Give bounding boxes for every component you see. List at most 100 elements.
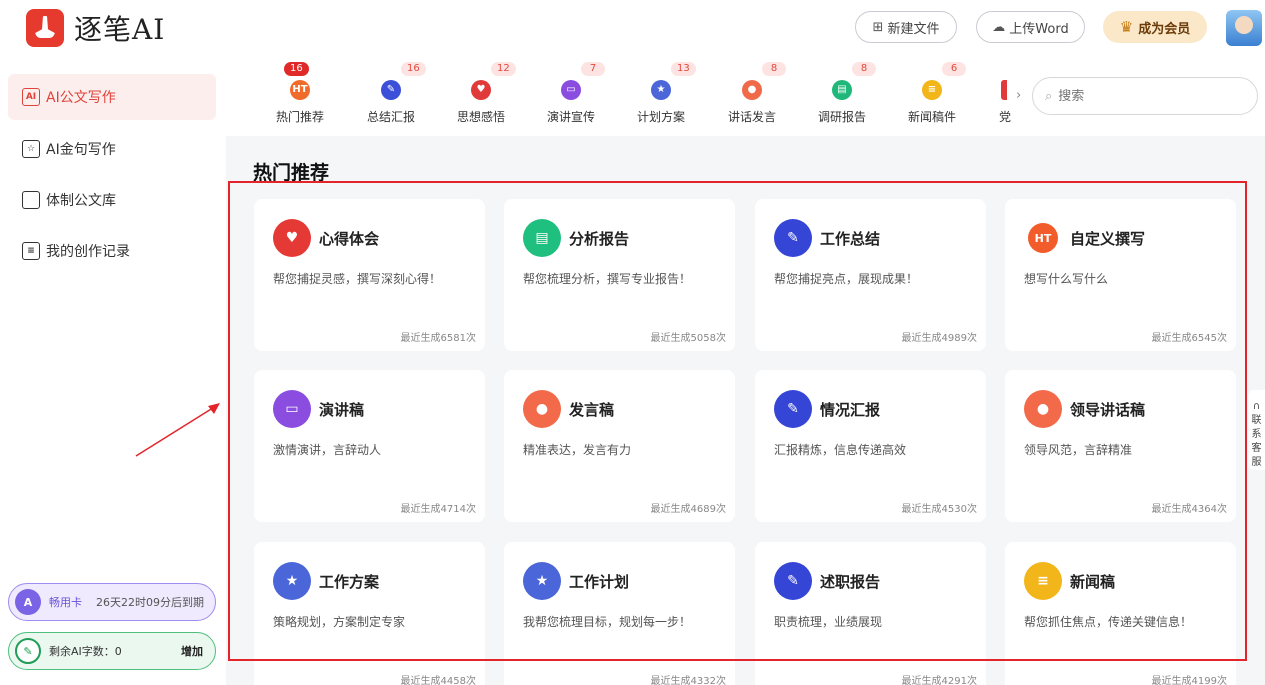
speaker-icon: ●	[523, 390, 561, 428]
category-label: 思想感悟	[456, 110, 505, 124]
upload-word-label: 上传Word	[1009, 21, 1069, 37]
headset-icon: ∩	[1252, 401, 1261, 412]
search-icon: ⌕	[1045, 88, 1053, 104]
category-plan[interactable]: 13 ★ 计划方案	[621, 56, 701, 136]
template-card[interactable]: HT 自定义撰写 想写什么写什么 最近生成6545次	[1005, 199, 1236, 351]
category-speech[interactable]: 7 ▭ 演讲宣传	[531, 56, 611, 136]
app-logo[interactable]: 逐笔AI	[26, 8, 165, 48]
search-box[interactable]: ⌕	[1032, 77, 1258, 115]
card-title: 工作总结	[820, 230, 881, 248]
template-card[interactable]: ✎ 工作总结 帮您捕捉亮点，展现成果！ 最近生成4989次	[755, 199, 986, 351]
sidebar-item-label: 体制公文库	[46, 193, 116, 209]
chevron-right-icon[interactable]: ›	[1016, 88, 1021, 103]
vip-card-pill[interactable]: A 畅用卡 26天22时09分后到期	[8, 583, 216, 621]
remaining-words-pill: ✎ 剩余AI字数：0 增加	[8, 632, 216, 670]
speaker-icon: ●	[742, 80, 762, 100]
template-card[interactable]: ✎ 情况汇报 汇报精炼，信息传递高效 最近生成4530次	[755, 370, 986, 522]
category-research[interactable]: 8 ▤ 调研报告	[802, 56, 882, 136]
vip-label: 成为会员	[1138, 21, 1191, 37]
sidebar-item-ai-doc[interactable]: AI AI公文写作	[8, 74, 216, 120]
template-card[interactable]: ▭ 演讲稿 激情演讲，言辞动人 最近生成4714次	[254, 370, 485, 522]
template-card[interactable]: ● 领导讲话稿 领导风范，言辞精准 最近生成4364次	[1005, 370, 1236, 522]
report-icon: ▤	[523, 219, 561, 257]
new-file-label: 新建文件	[887, 21, 940, 37]
card-usage-count: 最近生成6545次	[1151, 333, 1227, 344]
become-vip-button[interactable]: ♛ 成为会员	[1103, 11, 1207, 43]
category-thoughts[interactable]: 12 ♥ 思想感悟	[441, 56, 521, 136]
template-card[interactable]: ★ 工作方案 策略规划，方案制定专家 最近生成4458次	[254, 542, 485, 685]
section-title: 热门推荐	[253, 162, 330, 184]
card-usage-count: 最近生成4689次	[650, 504, 726, 515]
sidebar-item-doc-library[interactable]: 体制公文库	[8, 177, 216, 223]
category-label: 讲话发言	[727, 110, 776, 124]
flame-icon: HT	[290, 80, 310, 100]
sidebar-item-label: AI金句写作	[46, 142, 116, 158]
notebook-heart-icon: ♥	[471, 80, 491, 100]
card-description: 精准表达，发言有力	[523, 443, 632, 457]
crown-icon: ♛	[1119, 18, 1134, 36]
podium-icon: ▭	[273, 390, 311, 428]
ai-doc-icon: AI	[22, 88, 40, 106]
card-title: 演讲稿	[319, 401, 365, 419]
sidebar-item-ai-quote[interactable]: ☆ AI金句写作	[8, 126, 216, 172]
category-badge: 13	[671, 62, 696, 76]
template-card[interactable]: ● 发言稿精准表达，发言有力最近生成4689次	[504, 370, 735, 522]
category-badge: 16	[401, 62, 426, 76]
speaker-icon: ●	[1024, 390, 1062, 428]
card-title: 述职报告	[820, 573, 881, 591]
new-file-button[interactable]: ⊞ 新建文件	[855, 11, 957, 43]
category-label: 党	[999, 110, 1011, 124]
card-usage-count: 最近生成4199次	[1151, 676, 1227, 685]
template-card[interactable]: ≡ 新闻稿 帮您抓住焦点，传递关键信息！ 最近生成4199次	[1005, 542, 1236, 685]
category-label: 演讲宣传	[546, 110, 595, 124]
category-label: 新闻稿件	[907, 110, 956, 124]
card-usage-count: 最近生成4530次	[901, 504, 977, 515]
report-icon: ▤	[832, 80, 852, 100]
vip-card-label: 畅用卡	[49, 596, 82, 609]
category-bar: 16 HT 热门推荐 16 ✎ 总结汇报 12 ♥ 思想感悟 7 ▭ 演讲宣传 …	[226, 56, 1265, 136]
contact-service-label: 联系客服	[1251, 415, 1262, 468]
app-name: 逐笔AI	[74, 13, 166, 46]
template-card[interactable]: ▤ 分析报告帮您梳理分析，撰写专业报告！ 最近生成5058次	[504, 199, 735, 351]
notebook-heart-icon: ♥	[273, 219, 311, 257]
category-summary[interactable]: 16 ✎ 总结汇报	[351, 56, 431, 136]
category-talk[interactable]: 8 ● 讲话发言	[712, 56, 792, 136]
party-icon	[1001, 80, 1007, 100]
category-badge: 7	[581, 62, 605, 76]
record-icon: ≡	[22, 242, 40, 260]
card-title: 发言稿	[569, 401, 615, 419]
category-hot[interactable]: 16 HT 热门推荐	[260, 56, 340, 136]
vip-card-expiry: 26天22时09分后到期	[96, 596, 204, 609]
card-usage-count: 最近生成4989次	[901, 333, 977, 344]
card-description: 想写什么写什么	[1024, 272, 1109, 286]
plan-icon: ★	[523, 562, 561, 600]
card-title: 新闻稿	[1070, 573, 1116, 591]
plan-icon: ★	[651, 80, 671, 100]
card-description: 帮您捕捉灵感，撰写深刻心得！	[273, 272, 442, 286]
card-usage-count: 最近生成4332次	[650, 676, 726, 685]
contact-service-tab[interactable]: ∩ 联系客服	[1248, 390, 1265, 470]
add-words-button[interactable]: 增加	[181, 643, 203, 659]
sidebar-item-label: 我的创作记录	[46, 244, 130, 260]
card-title: 工作方案	[319, 573, 380, 591]
card-usage-count: 最近生成4458次	[400, 676, 476, 685]
category-party[interactable]: 党	[971, 56, 1011, 136]
template-card[interactable]: ✎ 述职报告 职责梳理，业绩展现 最近生成4291次	[755, 542, 986, 685]
category-badge: 8	[762, 62, 786, 76]
upload-word-button[interactable]: ☁ 上传Word	[976, 11, 1085, 43]
pen-doc-icon: ✎	[381, 80, 401, 100]
card-description: 帮您梳理分析，撰写专业报告！	[523, 272, 692, 286]
template-card[interactable]: ★ 工作计划 我帮您梳理目标，规划每一步！ 最近生成4332次	[504, 542, 735, 685]
arrow-annotation	[135, 403, 220, 457]
card-title: 分析报告	[569, 230, 630, 248]
avatar[interactable]	[1226, 10, 1262, 46]
sidebar-item-records[interactable]: ≡ 我的创作记录	[8, 228, 216, 274]
podium-icon: ▭	[561, 80, 581, 100]
card-description: 领导风范，言辞精准	[1024, 443, 1133, 457]
search-input[interactable]	[1058, 88, 1229, 104]
category-news[interactable]: 6 ≡ 新闻稿件	[892, 56, 972, 136]
template-card[interactable]: ♥ 心得体会 帮您捕捉灵感，撰写深刻心得！ 最近生成6581次	[254, 199, 485, 351]
category-label: 调研报告	[817, 110, 866, 124]
category-badge: 16	[284, 62, 309, 76]
card-usage-count: 最近生成5058次	[650, 333, 726, 344]
